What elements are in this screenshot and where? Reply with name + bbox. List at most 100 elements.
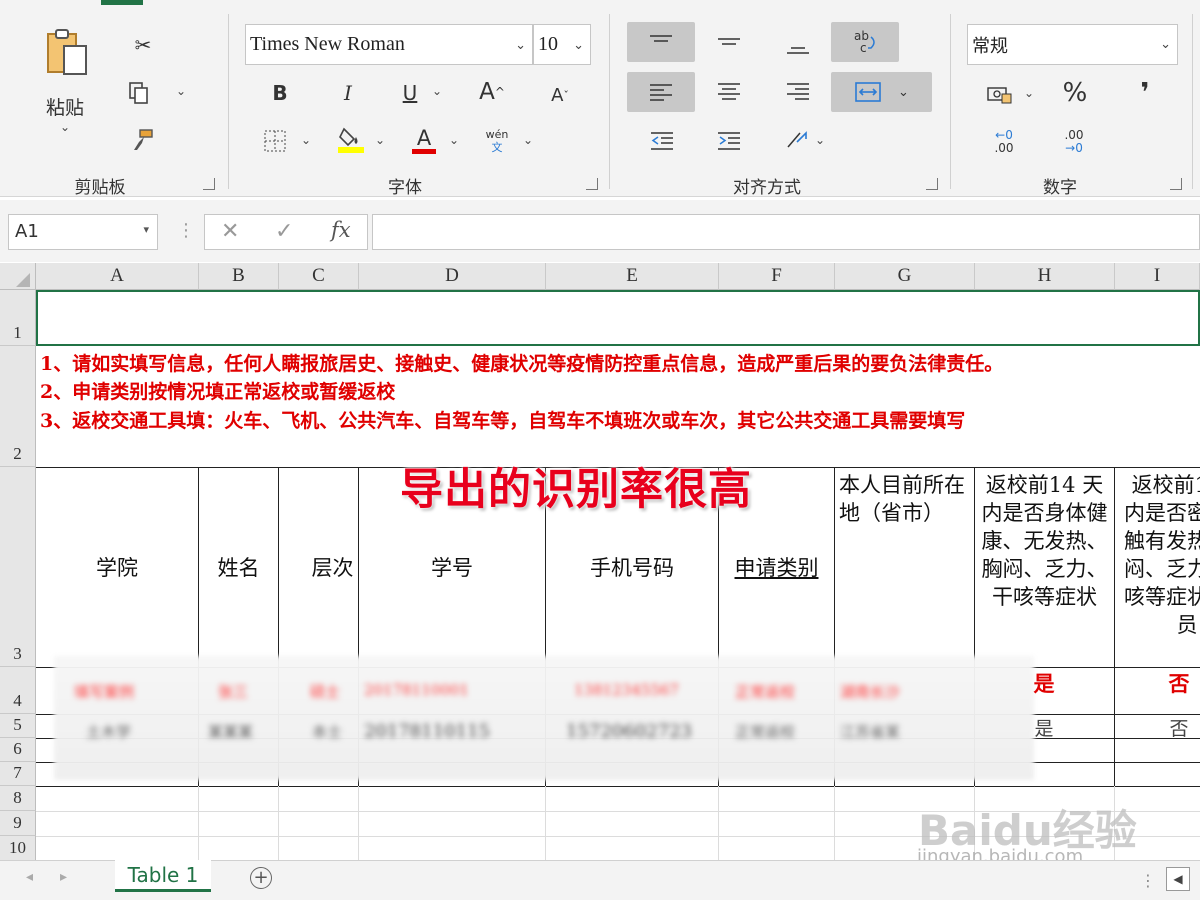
column-header[interactable]: E [546, 263, 719, 290]
fill-color-chevron-icon[interactable]: ⌄ [375, 133, 385, 147]
row-header[interactable]: 6 [0, 738, 36, 762]
row-header[interactable]: 10 [0, 836, 36, 860]
active-tab-indicator [101, 0, 143, 5]
font-size-combo[interactable]: 10 ⌄ [533, 24, 591, 65]
italic-button[interactable]: I [333, 78, 363, 108]
scroll-left-icon[interactable]: ◂ [26, 869, 33, 885]
row-header[interactable]: 1 [0, 290, 36, 346]
underline-button[interactable]: U [395, 78, 425, 108]
confirm-entry-icon[interactable]: ✓ [275, 219, 293, 244]
column-header[interactable]: D [359, 263, 546, 290]
phonetic-guide-icon[interactable]: wén 文 [480, 124, 514, 158]
font-color-icon[interactable]: A [410, 124, 438, 156]
paste-chevron-icon[interactable]: ⌄ [60, 120, 70, 134]
merge-chevron-icon: ⌄ [898, 84, 909, 100]
column-header[interactable]: I [1115, 263, 1200, 290]
alignment-launcher-icon[interactable] [926, 178, 938, 190]
paste-button[interactable]: 粘贴 [30, 93, 100, 119]
row4-college: 填写案例 [74, 683, 135, 701]
group-divider [950, 14, 951, 189]
column-header[interactable]: A [36, 263, 199, 290]
row5-location: 江苏省某 [840, 723, 901, 741]
scroll-right-icon[interactable]: ▸ [60, 869, 67, 885]
clipboard-launcher-icon[interactable] [203, 178, 215, 190]
font-size-value: 10 [538, 33, 558, 55]
row-header[interactable]: 8 [0, 786, 36, 811]
copy-chevron-icon[interactable]: ⌄ [176, 84, 186, 98]
paste-icon[interactable] [38, 24, 94, 80]
align-middle-icon[interactable] [712, 28, 746, 58]
column-header[interactable]: B [199, 263, 279, 290]
column-header[interactable]: F [719, 263, 835, 290]
row-header[interactable]: 4 [0, 667, 36, 714]
shrink-font-button[interactable]: Aˇ [544, 80, 576, 110]
row5-contact-answer: 否 [1169, 717, 1189, 740]
header-contact-check: 返校前14天内是否密切接触有发热、胸闷、乏力、干咳等症状的人员 [1124, 473, 1200, 637]
chevron-down-icon: ⌄ [515, 37, 526, 52]
select-all-corner[interactable] [0, 263, 36, 290]
phonetic-chevron-icon[interactable]: ⌄ [523, 133, 533, 147]
number-format-combo[interactable]: 常规 ⌄ [967, 24, 1178, 65]
cut-icon[interactable]: ✂ [128, 30, 158, 60]
cancel-entry-icon[interactable]: ✕ [221, 219, 239, 244]
formula-input[interactable] [372, 214, 1200, 250]
decrease-decimal-icon[interactable]: .00 →0 [1054, 126, 1094, 158]
number-launcher-icon[interactable] [1170, 178, 1182, 190]
font-launcher-icon[interactable] [586, 178, 598, 190]
worksheet-grid[interactable]: A B C D E F G H I 1 2 3 4 5 6 7 8 9 10 1… [0, 263, 1200, 860]
increase-indent-icon[interactable] [712, 126, 746, 156]
insert-function-icon[interactable]: fx [331, 218, 351, 242]
increase-decimal-icon[interactable]: ←0.00 [984, 126, 1024, 158]
formula-bar: A1 ▾ ⋮ ✕ ✓ fx [0, 200, 1200, 262]
orientation-icon[interactable] [782, 124, 812, 156]
number-format-value: 常规 [972, 35, 1008, 57]
table-border [1114, 467, 1115, 787]
more-sheets-icon[interactable]: ⋮ [1140, 871, 1156, 890]
decrease-indent-icon[interactable] [645, 126, 679, 156]
align-bottom-icon[interactable] [781, 32, 815, 62]
row5-phone: 15720602723 [566, 721, 692, 742]
fill-color-icon[interactable] [336, 124, 366, 154]
column-header[interactable]: G [835, 263, 975, 290]
row5-health-answer: 是 [1034, 717, 1054, 740]
add-sheet-icon[interactable]: + [250, 867, 272, 889]
row-header[interactable]: 5 [0, 714, 36, 738]
accounting-chevron-icon[interactable]: ⌄ [1024, 86, 1034, 100]
percent-style-button[interactable]: % [1060, 78, 1090, 108]
align-left-icon[interactable] [627, 72, 695, 112]
selected-cell-a1[interactable] [36, 290, 1200, 346]
border-chevron-icon[interactable]: ⌄ [301, 133, 311, 147]
format-painter-icon[interactable] [126, 124, 158, 156]
merge-center-icon[interactable]: ⌄ [831, 72, 932, 112]
bold-button[interactable]: B [265, 78, 295, 108]
copy-icon[interactable] [124, 78, 154, 108]
row-header[interactable]: 3 [0, 467, 36, 667]
wrap-text-icon[interactable]: ab c [831, 22, 899, 62]
orientation-chevron-icon[interactable]: ⌄ [815, 133, 825, 147]
row-header[interactable]: 9 [0, 811, 36, 836]
font-name-value: Times New Roman [250, 33, 405, 55]
clipboard-group-label: 剪贴板 [74, 178, 126, 198]
more-options-icon: ⋮ [177, 220, 195, 241]
row4-level: 硕士 [310, 683, 341, 701]
column-header[interactable]: H [975, 263, 1115, 290]
grow-font-button[interactable]: A ^ [474, 76, 510, 108]
align-right-icon[interactable] [781, 76, 815, 106]
hscroll-left-icon[interactable]: ◀ [1166, 867, 1190, 891]
column-header[interactable]: C [279, 263, 359, 290]
sheet-tab-table-1[interactable]: Table 1 [115, 860, 211, 892]
name-box[interactable]: A1 ▾ [8, 214, 158, 250]
row-header[interactable]: 2 [0, 346, 36, 467]
align-top-icon[interactable] [627, 22, 695, 62]
font-color-chevron-icon[interactable]: ⌄ [449, 133, 459, 147]
header-level: 层次 [311, 555, 354, 580]
font-name-combo[interactable]: Times New Roman ⌄ [245, 24, 533, 65]
row-header[interactable]: 7 [0, 762, 36, 786]
comma-style-button[interactable]: ❜ [1130, 78, 1160, 108]
row4-contact-answer: 否 [1168, 671, 1190, 696]
svg-text:c: c [860, 41, 867, 55]
border-icon[interactable] [260, 126, 290, 156]
underline-chevron-icon[interactable]: ⌄ [432, 84, 442, 98]
align-center-icon[interactable] [712, 76, 746, 106]
accounting-format-icon[interactable] [984, 80, 1014, 108]
